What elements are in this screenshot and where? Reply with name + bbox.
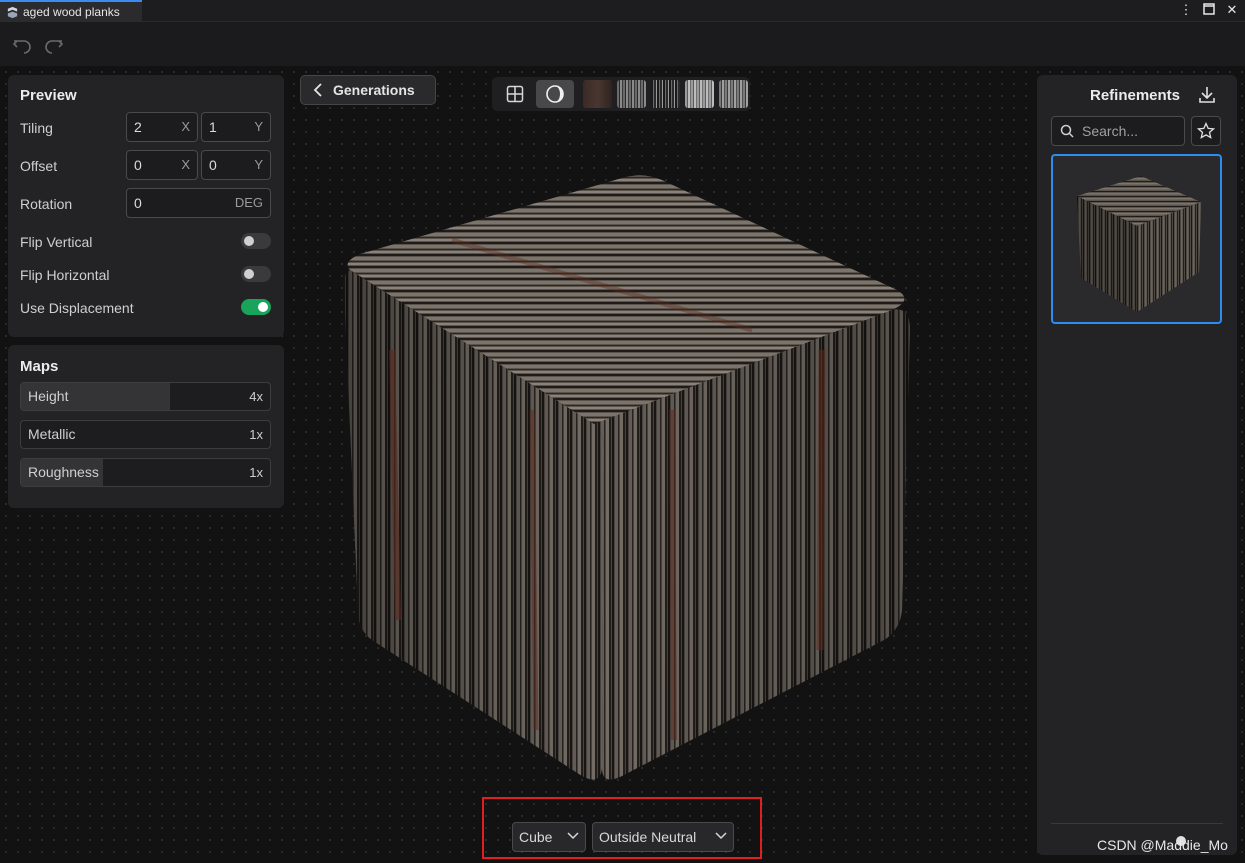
toggle-knob [244, 236, 254, 246]
app-window: aged wood planks ⋮ ✕ Preview Tiling 2 X [0, 0, 1245, 863]
tiling-x-input[interactable]: 2 X [126, 112, 198, 142]
tiling-x-value: 2 [134, 119, 142, 135]
toggle-knob [258, 302, 268, 312]
document-tab-title: aged wood planks [23, 5, 120, 19]
metallic-thumbnail[interactable] [719, 80, 748, 108]
roughness-map-label: Roughness [28, 464, 99, 480]
star-icon [1197, 122, 1215, 139]
offset-x-value: 0 [134, 157, 142, 173]
download-icon[interactable] [1197, 85, 1217, 105]
roughness-map-value: 1x [249, 465, 263, 480]
albedo-thumbnail[interactable] [583, 80, 612, 108]
offset-x-input[interactable]: 0 X [126, 150, 198, 180]
metallic-map-slider[interactable]: Metallic 1x [20, 420, 271, 449]
favorites-button[interactable] [1191, 116, 1221, 146]
generations-label: Generations [333, 82, 415, 98]
offset-y-input[interactable]: 0 Y [201, 150, 271, 180]
roughness-map-slider[interactable]: Roughness 1x [20, 458, 271, 487]
flip-vertical-label: Flip Vertical [20, 234, 93, 250]
normal-thumbnail[interactable] [651, 80, 680, 108]
use-displacement-label: Use Displacement [20, 300, 134, 316]
view-switch [492, 77, 750, 111]
refinements-search-input[interactable]: Search... [1051, 116, 1185, 146]
metallic-map-value: 1x [249, 427, 263, 442]
material-cube-preview[interactable] [332, 170, 917, 786]
cube-render-image [343, 175, 910, 780]
undo-icon[interactable] [10, 32, 34, 56]
tiling-label: Tiling [20, 120, 53, 136]
refinement-thumbnail-card[interactable] [1051, 154, 1222, 324]
roughness-thumbnail[interactable] [685, 80, 714, 108]
flip-horizontal-label: Flip Horizontal [20, 267, 110, 283]
grid-view-icon[interactable] [496, 80, 534, 108]
shape-select[interactable]: Cube [512, 822, 586, 852]
offset-label: Offset [20, 158, 58, 174]
viewer-options-highlight: Cube Outside Neutral [482, 797, 762, 859]
panel-divider [1051, 823, 1223, 824]
offset-y-value: 0 [209, 157, 217, 173]
preview-title: Preview [20, 87, 77, 104]
height-map-slider[interactable]: Height 4x [20, 382, 271, 411]
offset-y-unit: Y [254, 157, 263, 172]
chevron-down-icon [567, 832, 579, 840]
environment-select-value: Outside Neutral [599, 829, 697, 845]
maximize-icon[interactable] [1202, 3, 1216, 17]
watermark-text: CSDN @Maddie_Mo [1097, 837, 1228, 853]
window-controls: ⋮ ✕ [1179, 3, 1239, 17]
maps-title: Maps [20, 358, 59, 375]
app-logo-icon [7, 6, 18, 18]
close-icon[interactable]: ✕ [1225, 3, 1239, 17]
rotation-value: 0 [134, 195, 142, 211]
rotation-unit: DEG [234, 195, 263, 210]
chevron-left-icon [313, 83, 322, 97]
title-bar: aged wood planks ⋮ ✕ [0, 0, 1245, 22]
generations-back-button[interactable]: Generations [300, 75, 436, 105]
offset-x-unit: X [181, 157, 190, 172]
chevron-down-icon [715, 832, 727, 840]
height-map-value: 4x [249, 389, 263, 404]
redo-icon[interactable] [42, 32, 66, 56]
flip-horizontal-toggle[interactable] [241, 266, 271, 282]
preview-panel: Preview Tiling 2 X 1 Y Offset 0 X 0 Y Ro… [8, 75, 284, 337]
maps-panel: Maps Height 4x Metallic 1x Roughness 1x [8, 345, 284, 508]
height-thumbnail[interactable] [617, 80, 646, 108]
flip-vertical-toggle[interactable] [241, 233, 271, 249]
tiling-x-unit: X [181, 119, 190, 134]
tiling-y-unit: Y [254, 119, 263, 134]
more-vertical-icon[interactable]: ⋮ [1179, 3, 1193, 17]
refinements-panel: Refinements Search... [1037, 75, 1237, 855]
shape-select-value: Cube [519, 829, 553, 845]
metallic-map-label: Metallic [28, 426, 76, 442]
tiling-y-value: 1 [209, 119, 217, 135]
use-displacement-toggle[interactable] [241, 299, 271, 315]
refinement-cube-thumbnail [1077, 176, 1201, 312]
material-sphere-icon[interactable] [536, 80, 574, 108]
document-tab[interactable]: aged wood planks [0, 0, 142, 22]
rotation-label: Rotation [20, 196, 73, 212]
toolbar [0, 22, 1245, 66]
search-placeholder: Search... [1082, 123, 1139, 139]
environment-select[interactable]: Outside Neutral [592, 822, 734, 852]
tiling-y-input[interactable]: 1 Y [201, 112, 271, 142]
refinements-title: Refinements [1090, 87, 1181, 104]
height-map-label: Height [28, 388, 69, 404]
search-icon [1060, 124, 1074, 138]
toggle-knob [244, 269, 254, 279]
rotation-input[interactable]: 0 DEG [126, 188, 271, 218]
